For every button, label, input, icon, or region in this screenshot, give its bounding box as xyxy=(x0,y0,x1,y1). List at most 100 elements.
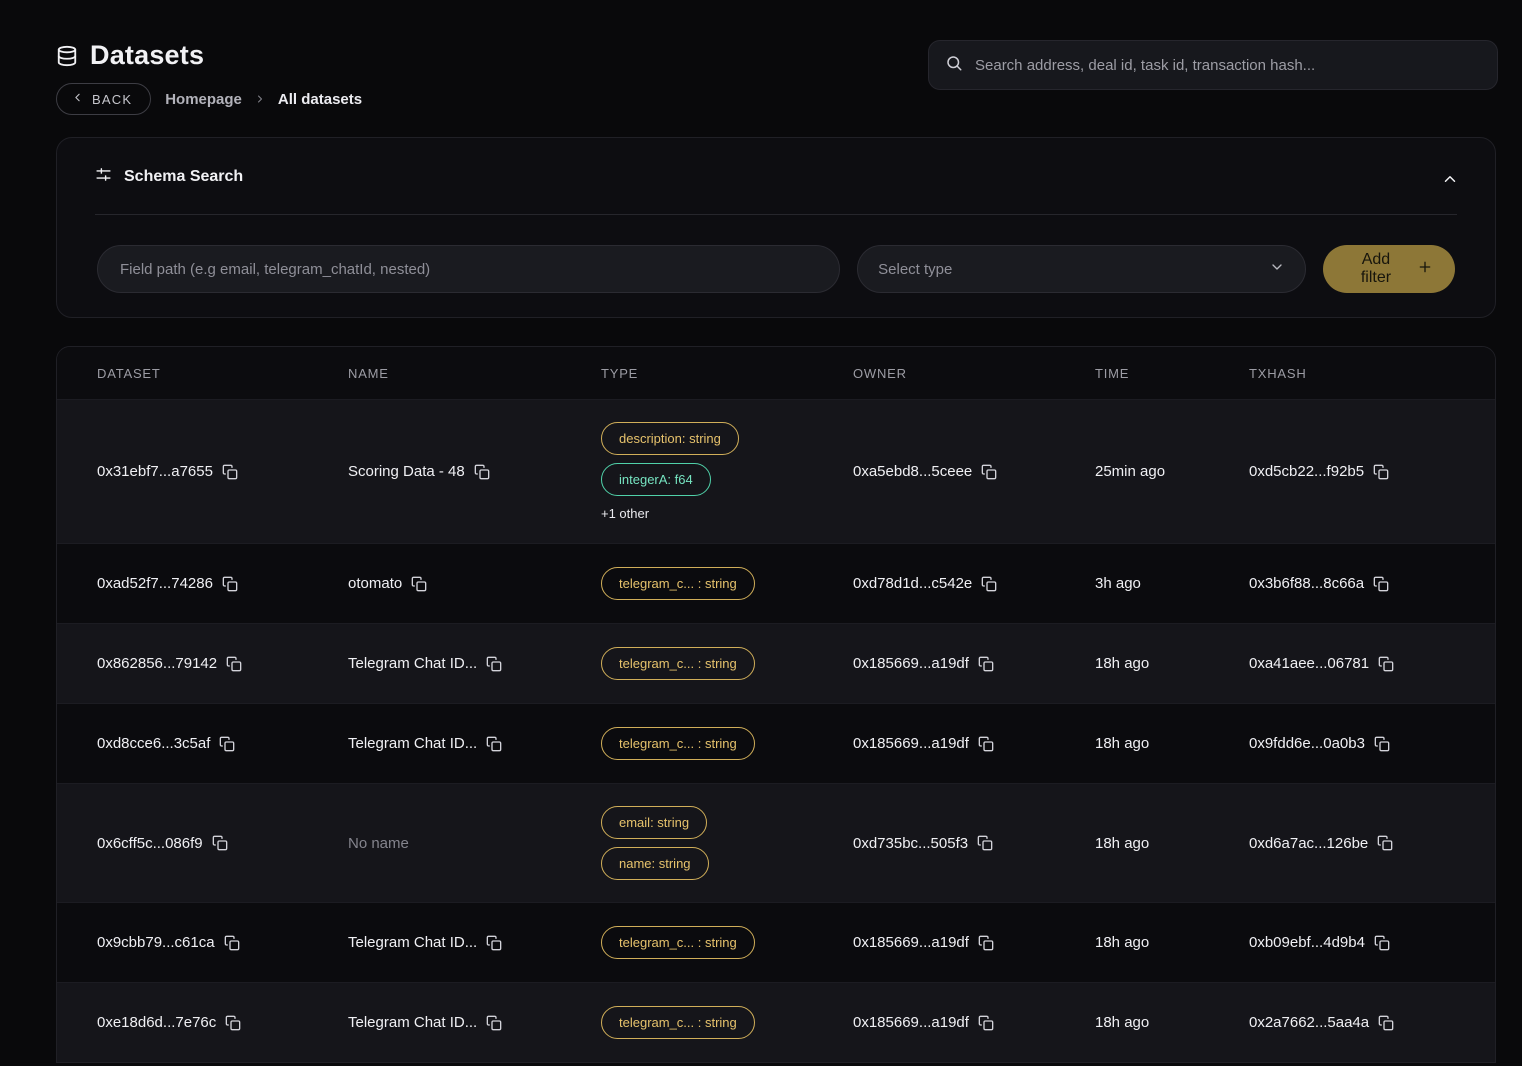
dataset-name: Telegram Chat ID... xyxy=(348,735,477,752)
type-badge: integerA: f64 xyxy=(601,463,711,496)
txhash-value: 0x9fdd6e...0a0b3 xyxy=(1249,735,1365,752)
dataset-hash: 0x31ebf7...a7655 xyxy=(97,463,213,480)
txhash-copy-button[interactable] xyxy=(1374,935,1390,951)
breadcrumb: Homepage All datasets xyxy=(165,91,362,108)
datasets-page: Datasets BACK Homepage All datasets xyxy=(0,0,1522,1063)
dataset-copy-button[interactable] xyxy=(212,835,228,851)
table-row[interactable]: 0x6cff5c...086f9 No name email: stringna… xyxy=(57,783,1495,902)
txhash-value: 0x2a7662...5aa4a xyxy=(1249,1014,1369,1031)
dataset-copy-button[interactable] xyxy=(225,1015,241,1031)
type-badge: name: string xyxy=(601,847,709,880)
type-cell: telegram_c... : string xyxy=(601,705,853,782)
type-badge: telegram_c... : string xyxy=(601,926,755,959)
add-filter-button[interactable]: Add filter xyxy=(1323,245,1455,293)
txhash-copy-button[interactable] xyxy=(1373,464,1389,480)
dataset-copy-button[interactable] xyxy=(226,656,242,672)
dataset-copy-button[interactable] xyxy=(222,576,238,592)
owner-hash: 0xa5ebd8...5ceee xyxy=(853,463,972,480)
owner-hash: 0xd735bc...505f3 xyxy=(853,835,968,852)
database-icon xyxy=(56,45,78,67)
name-copy-button[interactable] xyxy=(411,576,427,592)
search-icon xyxy=(945,54,963,77)
owner-copy-button[interactable] xyxy=(978,736,994,752)
time-value: 3h ago xyxy=(1095,575,1141,592)
table-row[interactable]: 0xe18d6d...7e76c Telegram Chat ID... tel… xyxy=(57,982,1495,1062)
owner-copy-button[interactable] xyxy=(978,1015,994,1031)
dataset-name: Telegram Chat ID... xyxy=(348,1014,477,1031)
table-body: 0x31ebf7...a7655 Scoring Data - 48 descr… xyxy=(57,399,1495,1062)
more-types-note: +1 other xyxy=(601,506,649,521)
txhash-copy-button[interactable] xyxy=(1373,576,1389,592)
type-badge: telegram_c... : string xyxy=(601,727,755,760)
txhash-copy-button[interactable] xyxy=(1378,1015,1394,1031)
column-header-dataset: DATASET xyxy=(97,366,348,381)
txhash-value: 0xb09ebf...4d9b4 xyxy=(1249,934,1365,951)
dataset-copy-button[interactable] xyxy=(219,736,235,752)
table-row[interactable]: 0xad52f7...74286 otomato telegram_c... :… xyxy=(57,543,1495,623)
name-copy-button[interactable] xyxy=(486,736,502,752)
dataset-hash: 0x862856...79142 xyxy=(97,655,217,672)
global-search[interactable] xyxy=(928,40,1498,90)
search-input[interactable] xyxy=(975,57,1481,74)
column-header-owner: OWNER xyxy=(853,366,1095,381)
time-value: 18h ago xyxy=(1095,835,1149,852)
type-cell: telegram_c... : string xyxy=(601,904,853,981)
add-filter-label: Add filter xyxy=(1345,251,1407,287)
txhash-value: 0xa41aee...06781 xyxy=(1249,655,1369,672)
type-badge: description: string xyxy=(601,422,739,455)
plus-icon xyxy=(1417,259,1433,280)
dataset-name: Telegram Chat ID... xyxy=(348,655,477,672)
datasets-table: DATASET NAME TYPE OWNER TIME TXHASH 0x31… xyxy=(56,346,1496,1063)
owner-copy-button[interactable] xyxy=(981,464,997,480)
dataset-copy-button[interactable] xyxy=(222,464,238,480)
field-path-input[interactable] xyxy=(97,245,840,293)
txhash-copy-button[interactable] xyxy=(1374,736,1390,752)
chevron-left-icon xyxy=(71,91,84,107)
name-copy-button[interactable] xyxy=(486,656,502,672)
type-badge: telegram_c... : string xyxy=(601,1006,755,1039)
type-badge: email: string xyxy=(601,806,707,839)
table-row[interactable]: 0x9cbb79...c61ca Telegram Chat ID... tel… xyxy=(57,902,1495,982)
table-row[interactable]: 0x862856...79142 Telegram Chat ID... tel… xyxy=(57,623,1495,703)
dataset-copy-button[interactable] xyxy=(224,935,240,951)
type-badge: telegram_c... : string xyxy=(601,647,755,680)
schema-search-panel: Schema Search Select type Add filter xyxy=(56,137,1496,318)
owner-hash: 0x185669...a19df xyxy=(853,934,969,951)
table-row[interactable]: 0xd8cce6...3c5af Telegram Chat ID... tel… xyxy=(57,703,1495,783)
txhash-value: 0xd6a7ac...126be xyxy=(1249,835,1368,852)
owner-copy-button[interactable] xyxy=(978,656,994,672)
column-header-time: TIME xyxy=(1095,366,1249,381)
back-button[interactable]: BACK xyxy=(56,83,151,115)
txhash-copy-button[interactable] xyxy=(1378,656,1394,672)
table-row[interactable]: 0x31ebf7...a7655 Scoring Data - 48 descr… xyxy=(57,399,1495,543)
column-header-txhash: TXHASH xyxy=(1249,366,1455,381)
time-value: 18h ago xyxy=(1095,735,1149,752)
owner-hash: 0x185669...a19df xyxy=(853,735,969,752)
name-copy-button[interactable] xyxy=(486,935,502,951)
txhash-copy-button[interactable] xyxy=(1377,835,1393,851)
dataset-hash: 0xd8cce6...3c5af xyxy=(97,735,210,752)
owner-copy-button[interactable] xyxy=(981,576,997,592)
breadcrumb-current: All datasets xyxy=(278,91,362,108)
collapse-panel-button[interactable] xyxy=(1435,164,1465,197)
breadcrumb-home[interactable]: Homepage xyxy=(165,91,242,108)
type-select[interactable]: Select type xyxy=(857,245,1306,293)
type-cell: telegram_c... : string xyxy=(601,984,853,1061)
type-select-value: Select type xyxy=(878,261,952,278)
owner-copy-button[interactable] xyxy=(977,835,993,851)
type-badge: telegram_c... : string xyxy=(601,567,755,600)
owner-copy-button[interactable] xyxy=(978,935,994,951)
time-value: 18h ago xyxy=(1095,1014,1149,1031)
owner-hash: 0xd78d1d...c542e xyxy=(853,575,972,592)
table-header: DATASET NAME TYPE OWNER TIME TXHASH xyxy=(57,347,1495,399)
name-copy-button[interactable] xyxy=(486,1015,502,1031)
filter-sliders-icon xyxy=(95,166,112,188)
owner-hash: 0x185669...a19df xyxy=(853,655,969,672)
page-title: Datasets xyxy=(90,40,204,71)
type-cell: description: string integerA: f64 +1 other xyxy=(601,400,853,543)
dataset-name: Scoring Data - 48 xyxy=(348,463,465,480)
dataset-hash: 0xe18d6d...7e76c xyxy=(97,1014,216,1031)
name-copy-button[interactable] xyxy=(474,464,490,480)
schema-search-title: Schema Search xyxy=(124,168,243,186)
dataset-name: Telegram Chat ID... xyxy=(348,934,477,951)
